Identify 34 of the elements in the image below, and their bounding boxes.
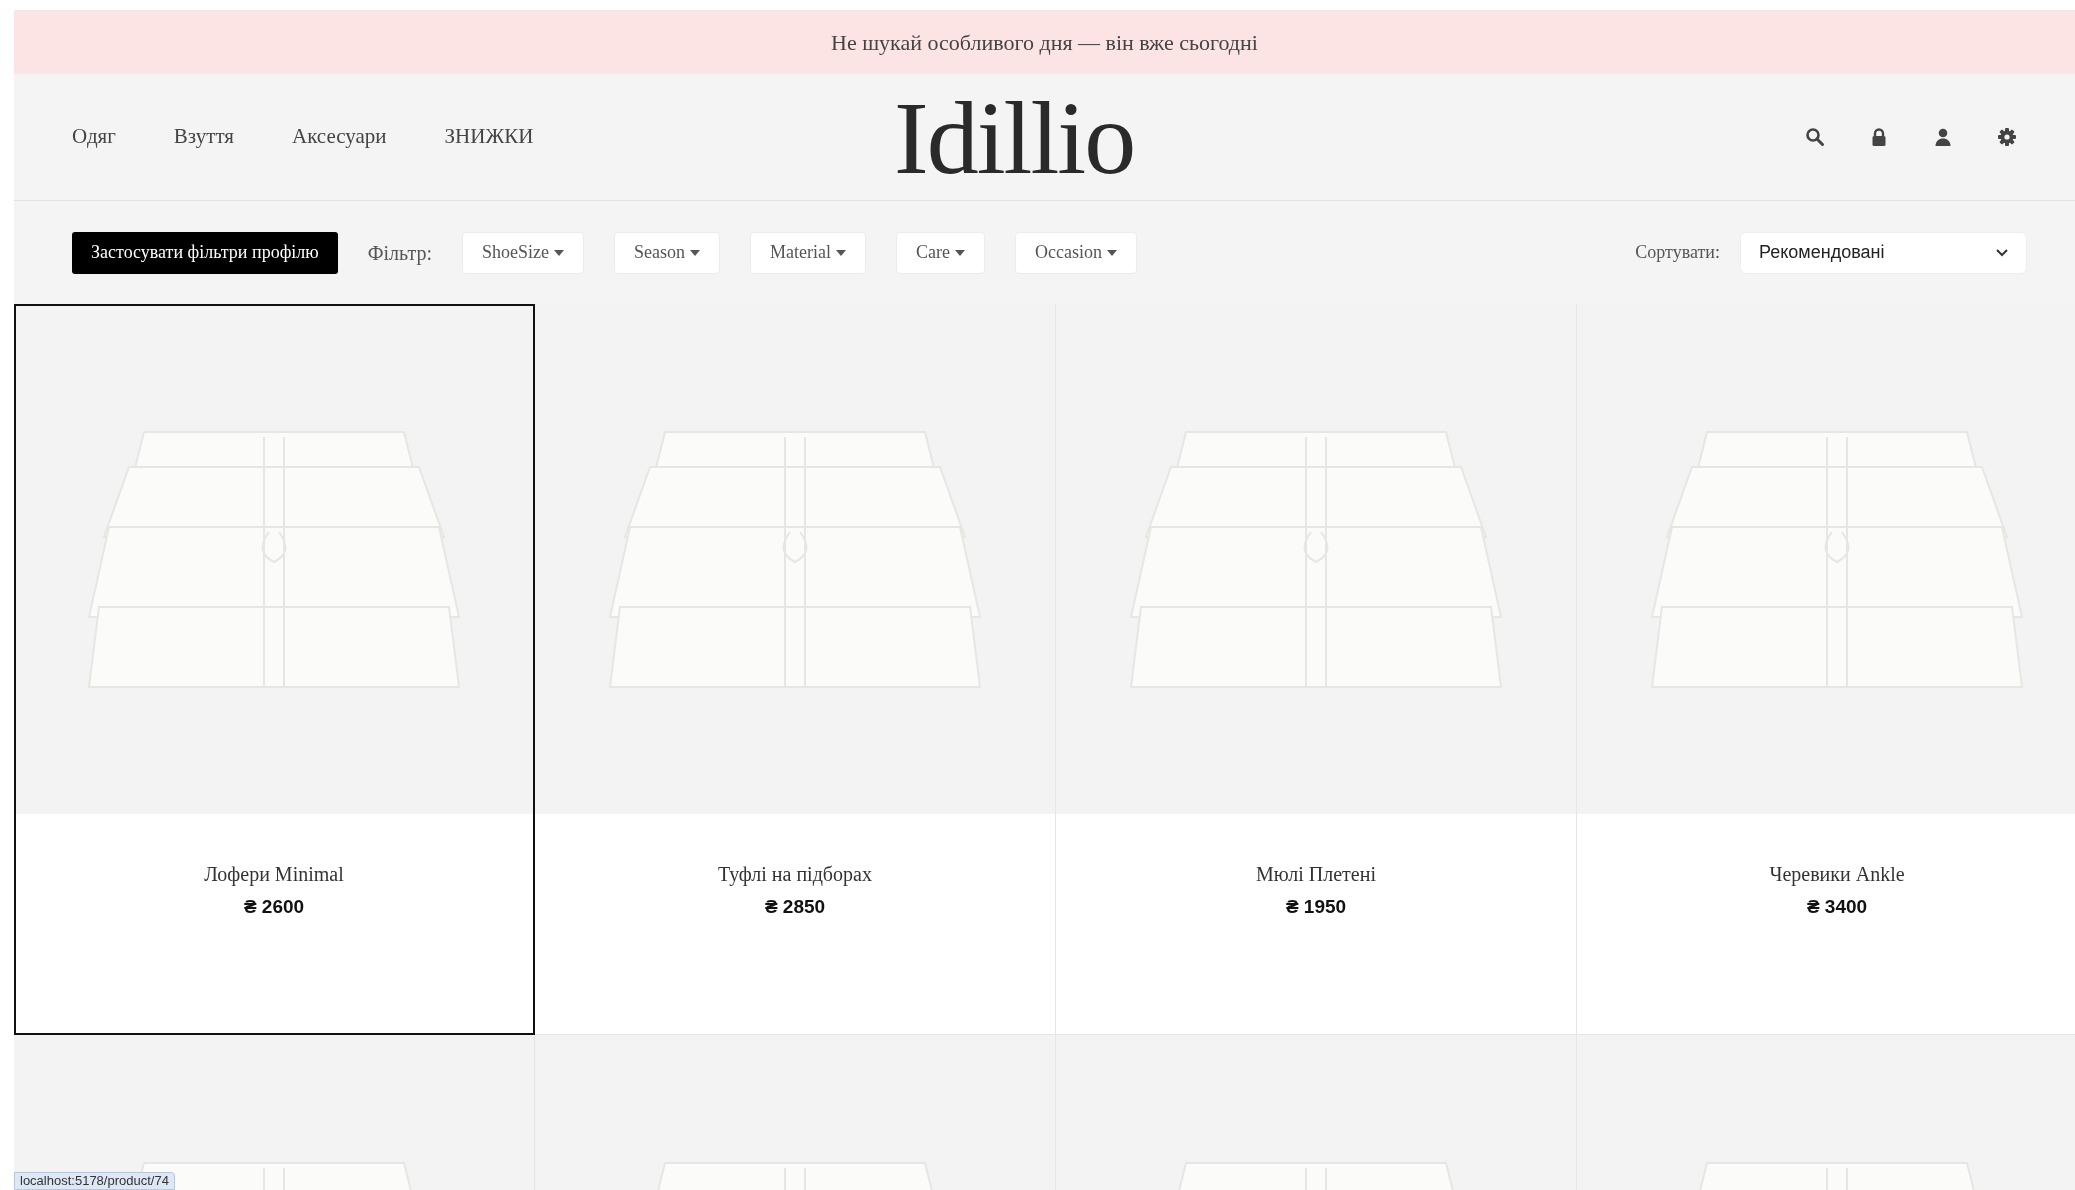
chevron-down-icon (1996, 248, 2008, 257)
nav-link[interactable]: Одяг (72, 121, 116, 153)
product-price: ₴ 3400 (1806, 895, 1868, 919)
lock-icon[interactable] (1869, 127, 1889, 147)
product-price: ₴ 1950 (1285, 895, 1347, 919)
filter-dropdown[interactable]: Material (750, 231, 866, 274)
sort-label: Сортувати: (1635, 241, 1720, 264)
nav-link[interactable]: Аксесуари (291, 121, 387, 153)
announcement-bar: Не шукай особливого дня — він вже сьогодні (14, 10, 2075, 74)
filter-label: Фільтр: (367, 240, 432, 267)
sort-select[interactable]: Рекомендовані (1740, 231, 2027, 274)
product-name[interactable]: Мюлі Плетені (1256, 859, 1376, 889)
nav-link[interactable]: ЗНИЖКИ (444, 121, 534, 153)
caret-icon (554, 249, 564, 256)
product-name[interactable]: Туфлі на підборах (718, 859, 872, 889)
product-price: ₴ 2850 (764, 895, 826, 919)
status-bar-url: localhost:5178/product/74 (14, 1172, 175, 1190)
caret-icon (954, 249, 965, 256)
caret-icon (1106, 249, 1117, 256)
product-price: ₴ 2600 (243, 895, 305, 919)
user-icon[interactable] (1933, 127, 1953, 147)
apply-profile-filters-button[interactable]: Застосувати фільтри профілю (72, 231, 338, 274)
settings-icon[interactable] (1997, 127, 2017, 147)
filter-dropdown[interactable]: ShoeSize (462, 231, 584, 274)
filter-dropdown[interactable]: Occasion (1014, 231, 1137, 274)
filter-dropdown[interactable]: Season (614, 231, 720, 274)
filter-dropdown[interactable]: Care (895, 231, 985, 274)
nav-link[interactable]: Взуття (173, 121, 234, 153)
caret-icon (835, 249, 846, 256)
product-name[interactable]: Лофери Minimal (204, 859, 344, 889)
search-icon[interactable] (1805, 127, 1825, 147)
caret-icon (690, 249, 700, 256)
logo[interactable]: Idillio (894, 78, 1135, 198)
product-name[interactable]: Черевики Ankle (1769, 859, 1905, 889)
